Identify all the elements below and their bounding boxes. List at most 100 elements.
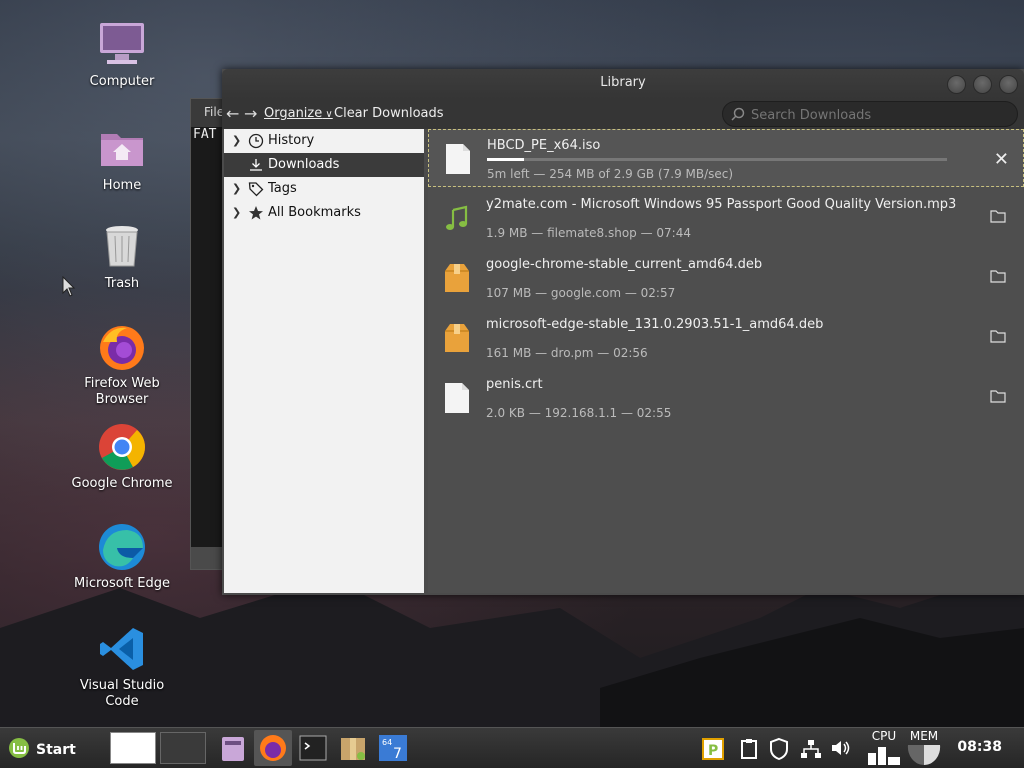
desktop-icon-label: Trash [104, 276, 140, 291]
desktop-icon-label: Firefox Web Browser [84, 376, 160, 407]
sidebar-item-label: Downloads [268, 157, 340, 172]
forward-arrow-icon[interactable]: → [244, 104, 257, 123]
network-icon[interactable] [798, 732, 824, 764]
tag-icon [248, 182, 264, 197]
desktop-icon-edge[interactable]: Microsoft Edge [67, 522, 177, 592]
library-sidebar: ❯ History Downloads ❯ Tags ❯ All Bookmar… [224, 129, 424, 593]
minimize-button[interactable] [947, 75, 966, 94]
downloads-list: HBCD_PE_x64.iso 5m left — 254 MB of 2.9 … [428, 129, 1024, 593]
desktop-icon-computer[interactable]: Computer [67, 20, 177, 90]
mint-logo-icon [9, 738, 29, 758]
clock-icon [248, 133, 264, 149]
package-icon [445, 324, 469, 352]
back-arrow-icon[interactable]: ← [226, 104, 239, 123]
expand-arrow-icon[interactable]: ❯ [232, 129, 241, 153]
download-icon [250, 159, 262, 171]
firefox-icon [97, 322, 147, 372]
download-item[interactable]: y2mate.com - Microsoft Windows 95 Passpo… [428, 189, 1024, 247]
desktop-icon-label: Google Chrome [71, 476, 173, 491]
shield-icon[interactable] [766, 732, 792, 764]
download-name: google-chrome-stable_current_amd64.deb [486, 257, 763, 272]
cancel-download-icon[interactable]: ✕ [994, 149, 1009, 170]
sidebar-item-label: Tags [268, 181, 297, 196]
maximize-button[interactable] [973, 75, 992, 94]
svg-text:64: 64 [382, 738, 392, 747]
folder-icon[interactable] [990, 330, 1006, 343]
download-status: 2.0 KB — 192.168.1.1 — 02:55 [486, 406, 672, 420]
download-item[interactable]: penis.crt 2.0 KB — 192.168.1.1 — 02:55 [428, 369, 1024, 427]
workspace-1[interactable] [110, 732, 156, 764]
search-box[interactable] [722, 101, 1018, 127]
svg-text:7: 7 [393, 746, 402, 762]
expand-arrow-icon[interactable]: ❯ [232, 201, 241, 225]
download-item[interactable]: google-chrome-stable_current_amd64.deb 1… [428, 249, 1024, 307]
terminal-app-icon[interactable] [296, 732, 330, 764]
cpu-label: CPU [871, 729, 897, 743]
close-button[interactable] [999, 75, 1018, 94]
library-titlebar[interactable]: Library [222, 69, 1024, 99]
clear-downloads-button[interactable]: Clear Downloads [334, 106, 444, 121]
download-item[interactable]: HBCD_PE_x64.iso 5m left — 254 MB of 2.9 … [428, 129, 1024, 187]
desktop-icon-home[interactable]: Home [67, 124, 177, 194]
edge-icon [97, 522, 147, 572]
desktop-icon-label: Visual Studio Code [79, 678, 165, 709]
desktop-icon-label: Home [102, 178, 142, 193]
archive-app-icon[interactable] [336, 732, 370, 764]
folder-icon[interactable] [990, 210, 1006, 223]
workspace-2[interactable] [160, 732, 206, 764]
folder-icon[interactable] [990, 270, 1006, 283]
download-name: penis.crt [486, 377, 543, 392]
mem-meter[interactable]: MEM [906, 729, 942, 767]
download-status: 5m left — 254 MB of 2.9 GB (7.9 MB/sec) [487, 167, 734, 181]
mem-label: MEM [909, 729, 939, 743]
sidebar-item-all-bookmarks[interactable]: ❯ All Bookmarks [224, 201, 424, 225]
folder-icon[interactable] [990, 390, 1006, 403]
download-progress-fill [487, 158, 524, 161]
sidebar-item-label: All Bookmarks [268, 205, 361, 220]
download-status: 1.9 MB — filemate8.shop — 07:44 [486, 226, 691, 240]
library-window[interactable]: Library ← → Organize ∨ Clear Downloads ❯… [222, 69, 1024, 595]
download-status: 107 MB — google.com — 02:57 [486, 286, 676, 300]
organize-label: Organize [264, 106, 323, 121]
home-folder-icon [97, 124, 147, 174]
virtualbox-app-icon[interactable]: 647 [376, 732, 410, 764]
files-app-icon[interactable] [216, 732, 250, 764]
desktop-icon-trash[interactable]: Trash [67, 222, 177, 292]
update-manager-icon[interactable]: P [700, 732, 726, 764]
download-name: y2mate.com - Microsoft Windows 95 Passpo… [486, 197, 957, 212]
desktop-icon-vscode[interactable]: Visual Studio Code [67, 624, 177, 710]
organize-menu[interactable]: Organize ∨ [264, 106, 333, 121]
sidebar-item-downloads[interactable]: Downloads [224, 153, 424, 177]
taskbar: Start 64 7 P CPU MEM 08:38 [0, 727, 1024, 768]
library-toolbar: ← → Organize ∨ Clear Downloads [222, 99, 1024, 129]
trash-icon [97, 222, 147, 272]
download-progress-bar [487, 158, 947, 161]
mouse-cursor-icon [62, 276, 76, 297]
taskbar-firefox-icon[interactable] [256, 732, 290, 764]
clipboard-icon[interactable] [736, 732, 762, 764]
mem-pie-icon [907, 745, 941, 765]
chevron-down-icon: ∨ [322, 109, 333, 120]
sidebar-item-tags[interactable]: ❯ Tags [224, 177, 424, 201]
download-item[interactable]: microsoft-edge-stable_131.0.2903.51-1_am… [428, 309, 1024, 367]
desktop-icon-firefox[interactable]: Firefox Web Browser [67, 322, 177, 408]
desktop-icon-chrome[interactable]: Google Chrome [67, 422, 177, 492]
cpu-graph-icon [868, 747, 900, 765]
chrome-icon [97, 422, 147, 472]
file-icon [446, 144, 470, 174]
expand-arrow-icon[interactable]: ❯ [232, 177, 241, 201]
download-name: microsoft-edge-stable_131.0.2903.51-1_am… [486, 317, 824, 332]
window-title: Library [600, 75, 646, 90]
search-icon [731, 107, 745, 121]
start-button[interactable]: Start [8, 737, 76, 759]
sidebar-item-history[interactable]: ❯ History [224, 129, 424, 153]
download-name: HBCD_PE_x64.iso [487, 138, 601, 153]
volume-icon[interactable] [828, 732, 854, 764]
search-input[interactable] [749, 105, 1013, 125]
cpu-meter[interactable]: CPU [866, 729, 902, 767]
star-icon [249, 206, 263, 220]
download-status: 161 MB — dro.pm — 02:56 [486, 346, 648, 360]
clock[interactable]: 08:38 [957, 739, 1002, 755]
music-file-icon [446, 205, 468, 230]
file-icon [445, 383, 469, 413]
